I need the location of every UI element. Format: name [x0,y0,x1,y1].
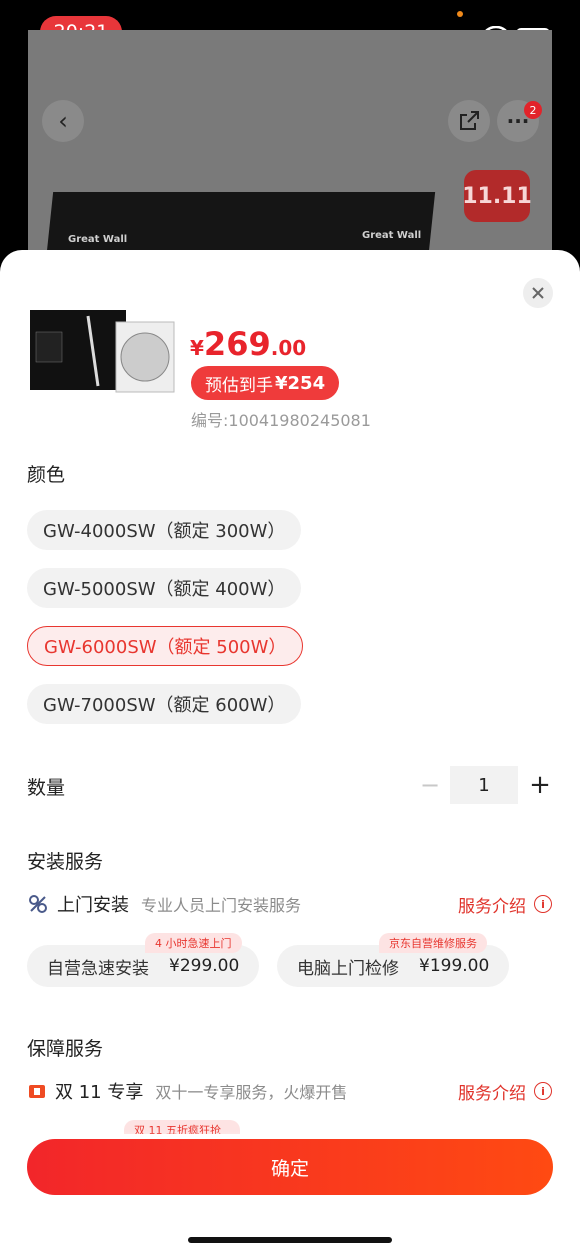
notification-badge: 2 [524,101,542,119]
close-icon [532,287,544,299]
color-option-selected[interactable]: GW-6000SW（额定 500W） [27,626,304,666]
share-button[interactable] [448,100,490,142]
install-option-price: ¥299.00 [169,956,240,976]
home-indicator[interactable] [188,1237,392,1243]
color-option[interactable]: GW-7000SW（额定 600W） [27,684,302,724]
color-option[interactable]: GW-5000SW（额定 400W） [27,568,302,608]
promo-badge-icon: 11.11 [462,170,532,222]
sku-number: 编号:10041980245081 [191,411,371,430]
install-service-info-link[interactable]: 服务介绍 i [458,891,552,917]
service-info-label: 服务介绍 [458,1083,526,1104]
color-section-title: 颜色 [27,464,66,486]
color-option[interactable]: GW-4000SW（额定 300W） [27,510,302,550]
info-icon: i [534,895,552,913]
quantity-increase-button[interactable]: + [528,770,552,800]
service-info-label: 服务介绍 [458,896,526,917]
install-option-label: 电脑上门检修 [297,958,399,979]
install-tools-icon [29,895,47,913]
quantity-input[interactable]: 1 [450,766,518,804]
info-icon: i [534,1082,552,1100]
guarantee-service-title: 保障服务 [27,1038,104,1060]
install-service-name: 上门安装 [57,895,129,916]
sku-selection-sheet [0,250,580,1255]
estimate-label: 预估到手 [205,375,273,396]
install-service-title: 安装服务 [27,851,104,873]
quantity-decrease-button[interactable]: − [418,771,442,799]
camera-indicator-icon [457,11,463,17]
guarantee-service-row: 双 11 专享 双十一专享服务，火爆开售 [27,1078,347,1104]
back-button[interactable]: ‹ [42,100,84,142]
share-icon [460,111,479,130]
chevron-left-icon: ‹ [58,107,68,135]
confirm-button[interactable]: 确定 [27,1139,553,1195]
box-brand-right: Great Wall [362,230,422,241]
box-brand-left: Great Wall [68,234,128,245]
install-service-row: 上门安装 专业人员上门安装服务 [27,891,301,917]
guarantee-service-desc: 双十一专享服务，火爆开售 [155,1083,348,1102]
product-thumbnail [30,310,175,393]
install-option-label: 自营急速安装 [47,958,149,979]
price-integer: 269 [203,325,271,363]
install-option-tag: 京东自营维修服务 [379,933,487,953]
estimate-value: ¥254 [275,372,326,394]
close-button[interactable] [523,278,553,308]
guarantee-service-name: 双 11 专享 [55,1082,144,1103]
price-decimal: .00 [270,336,307,360]
estimated-price-pill: 预估到手 ¥254 [191,366,340,400]
product-price: ¥ 269 .00 [190,326,306,362]
install-option-tag: 4 小时急速上门 [145,933,242,953]
price-symbol: ¥ [190,336,204,360]
install-service-desc: 专业人员上门安装服务 [141,896,302,915]
install-option-price: ¥199.00 [419,956,490,976]
double-11-icon [29,1085,45,1098]
guarantee-service-info-link[interactable]: 服务介绍 i [458,1078,552,1104]
quantity-title: 数量 [27,777,66,799]
